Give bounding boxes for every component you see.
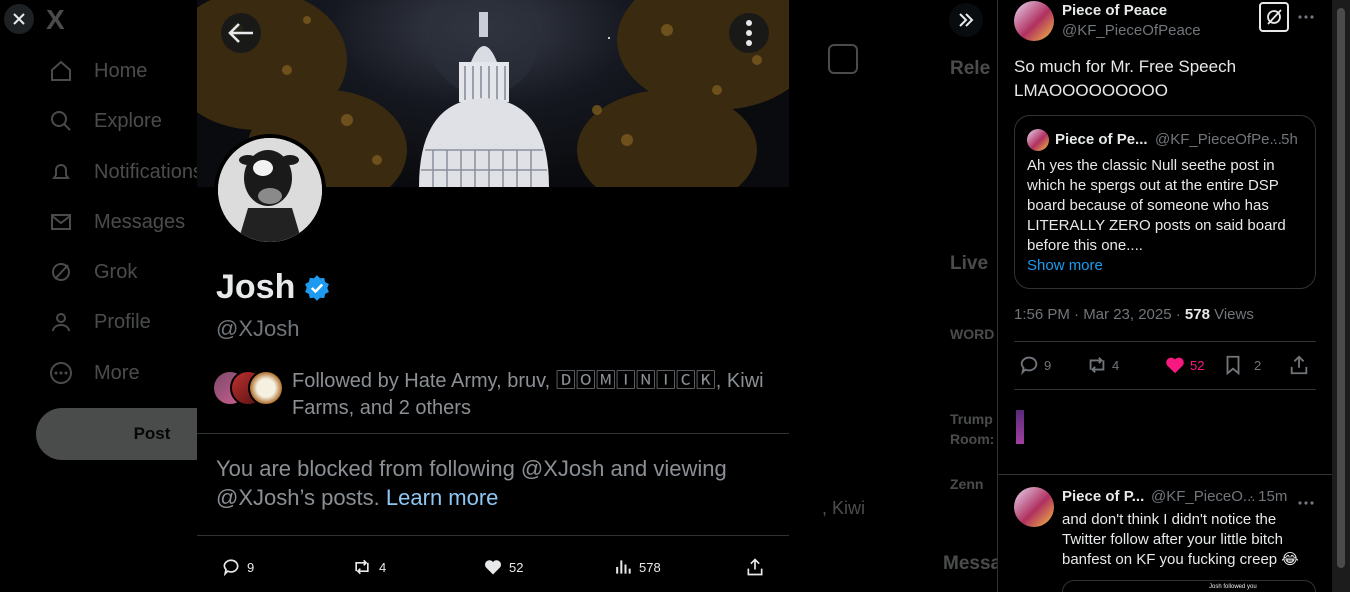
show-more-link[interactable]: Show more	[1027, 257, 1103, 274]
reply-author-name[interactable]: Piece of P...	[1062, 488, 1144, 505]
bell-icon	[48, 159, 74, 185]
grok-icon	[1267, 9, 1282, 25]
nav-messages: Messages	[48, 209, 185, 235]
author-handle[interactable]: @KF_PieceOfPeace	[1062, 22, 1201, 39]
avatar	[248, 370, 284, 406]
tweet-text: So much for Mr. Free Speech LMAOOOOOOOOO	[1014, 57, 1237, 100]
bookmark-icon	[1226, 355, 1240, 376]
double-chevron-right-icon	[959, 13, 974, 27]
share-button[interactable]	[1288, 354, 1310, 376]
grok-icon	[48, 259, 74, 285]
arrow-left-icon	[228, 23, 253, 43]
more-vertical-icon	[746, 20, 752, 46]
reply-media-preview[interactable]: Josh followed you	[1062, 580, 1316, 592]
nav-profile: Profile	[48, 309, 151, 335]
grok-button[interactable]	[1259, 2, 1289, 32]
nav-notifications: Notifications	[48, 159, 203, 185]
home-icon	[48, 58, 74, 84]
divider	[998, 474, 1333, 475]
reply-button[interactable]: 9	[221, 557, 254, 577]
nav-grok: Grok	[48, 259, 137, 285]
verified-badge-icon	[305, 274, 330, 301]
reply-icon	[223, 559, 239, 577]
profile-handle: @XJosh	[216, 316, 300, 341]
share-icon	[747, 558, 763, 576]
reply-time: · 15m	[1249, 488, 1288, 505]
bookmark-button[interactable]: 2	[1222, 354, 1261, 376]
views-button[interactable]: 578	[613, 557, 661, 577]
x-logo: X	[46, 4, 65, 35]
more-circle-icon	[48, 360, 74, 386]
followed-by-text-line2: Farms, and 2 others	[292, 397, 471, 419]
quote-text: Ah yes the classic Null seethe post in w…	[1027, 157, 1286, 254]
heart-icon	[484, 560, 502, 575]
author-name[interactable]: Piece of Peace	[1062, 2, 1167, 19]
like-button[interactable]: 52	[483, 557, 523, 577]
quote-author-name: Piece of Pe...	[1055, 131, 1148, 148]
share-icon	[1290, 355, 1308, 375]
profile-avatar[interactable]	[214, 134, 326, 246]
scrollbar-thumb[interactable]	[1337, 8, 1345, 568]
author-avatar[interactable]	[1014, 1, 1054, 41]
more-horizontal-icon	[1298, 15, 1314, 19]
tweet-meta: 1:56 PM · Mar 23, 2025 · 578 Views	[1014, 306, 1254, 323]
profile-more-button[interactable]	[729, 13, 769, 53]
profile-name: Josh	[216, 268, 331, 307]
reply-text: and don't think I didn't notice the Twit…	[1062, 511, 1299, 568]
tweet-actions: 9 4 52 2	[1014, 341, 1316, 390]
views-chart-icon	[616, 560, 631, 574]
quote-author-avatar	[1027, 129, 1049, 151]
follower-avatars	[212, 368, 284, 408]
tweet-timestamp[interactable]: 1:56 PM · Mar 23, 2025 ·	[1014, 306, 1185, 323]
divider	[197, 433, 789, 434]
reply-author-handle[interactable]: @KF_PieceO...	[1151, 488, 1255, 505]
cow-portrait-image	[218, 138, 322, 242]
quote-author-handle: @KF_PieceOfPe...	[1155, 131, 1282, 148]
like-button[interactable]: 52	[1164, 354, 1204, 376]
blocked-notice: You are blocked from following @XJosh an…	[216, 456, 727, 510]
followed-by[interactable]: Followed by Hate Army, bruv, 🄳🄾🄼🄸🄽🄸🄲🄺, K…	[212, 368, 772, 422]
grok-box-icon	[828, 44, 858, 74]
close-icon	[13, 13, 25, 25]
quote-time: · 5h	[1272, 131, 1298, 148]
reply-button[interactable]: 9	[1018, 354, 1051, 376]
messages-heading: Messa	[943, 553, 1002, 574]
heart-filled-icon	[1166, 357, 1184, 374]
reply-author-avatar[interactable]	[1014, 487, 1054, 527]
repost-icon	[1089, 357, 1105, 373]
live-heading: Live	[950, 253, 989, 274]
tweet-views-count: 578	[1184, 306, 1210, 323]
person-icon	[48, 309, 74, 335]
scrollbar[interactable]	[1332, 0, 1350, 592]
repost-icon	[355, 559, 369, 575]
reply-icon	[1020, 356, 1038, 376]
tweet-detail-panel: Piece of Peace @KF_PieceOfPeace So much …	[997, 0, 1333, 592]
close-modal-button[interactable]	[4, 4, 34, 34]
nav-home: Home	[48, 58, 147, 84]
repost-button[interactable]: 4	[351, 557, 386, 577]
search-icon	[48, 108, 74, 134]
repost-button[interactable]: 4	[1086, 354, 1119, 376]
divider	[197, 535, 789, 536]
mail-icon	[48, 209, 74, 235]
profile-card: Josh @XJosh Followed by Hate Army, bruv,…	[197, 0, 789, 592]
quoted-tweet[interactable]: Piece of Pe... @KF_PieceOfPe... · 5h Ah …	[1014, 115, 1316, 289]
nav-more: More	[48, 360, 140, 386]
tweet-more-button[interactable]	[1297, 8, 1315, 31]
media-thumbnail[interactable]	[1016, 410, 1024, 444]
learn-more-link[interactable]: Learn more	[386, 485, 499, 510]
nav-explore: Explore	[48, 108, 162, 134]
collapse-replies-button[interactable]	[949, 3, 983, 37]
share-button[interactable]	[745, 557, 765, 577]
back-button[interactable]	[221, 13, 261, 53]
followed-by-text-line1: Followed by Hate Army, bruv, 🄳🄾🄼🄸🄽🄸🄲🄺, K…	[292, 370, 764, 392]
relevant-people-heading: Rele	[950, 58, 991, 79]
